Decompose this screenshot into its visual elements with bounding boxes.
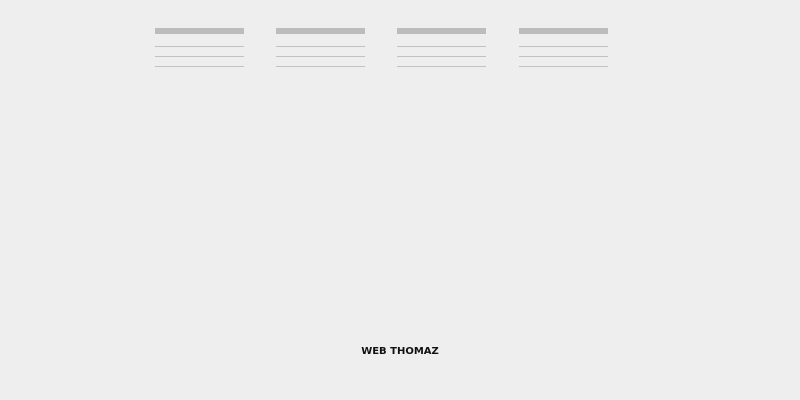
link-placeholder-line (155, 66, 244, 67)
link-placeholder-line (519, 56, 608, 57)
link-column-1 (155, 28, 244, 68)
link-placeholder-line (397, 46, 486, 47)
link-column-4 (519, 28, 608, 68)
link-placeholder-line (155, 56, 244, 57)
link-column-heading-placeholder (276, 28, 365, 34)
link-column-heading-placeholder (397, 28, 486, 34)
link-column-2 (276, 28, 365, 68)
link-placeholder-line (276, 56, 365, 57)
link-placeholder-line (397, 56, 486, 57)
page: WEB THOMAZ (0, 0, 800, 400)
footer-brand-name: WEB THOMAZ (361, 346, 439, 357)
link-placeholder-line (519, 66, 608, 67)
link-placeholder-line (397, 66, 486, 67)
footer-link-columns (0, 0, 800, 80)
link-placeholder-line (276, 66, 365, 67)
link-column-heading-placeholder (519, 28, 608, 34)
link-placeholder-line (276, 46, 365, 47)
link-column-heading-placeholder (155, 28, 244, 34)
link-placeholder-line (155, 46, 244, 47)
link-column-3 (397, 28, 486, 68)
link-placeholder-line (519, 46, 608, 47)
